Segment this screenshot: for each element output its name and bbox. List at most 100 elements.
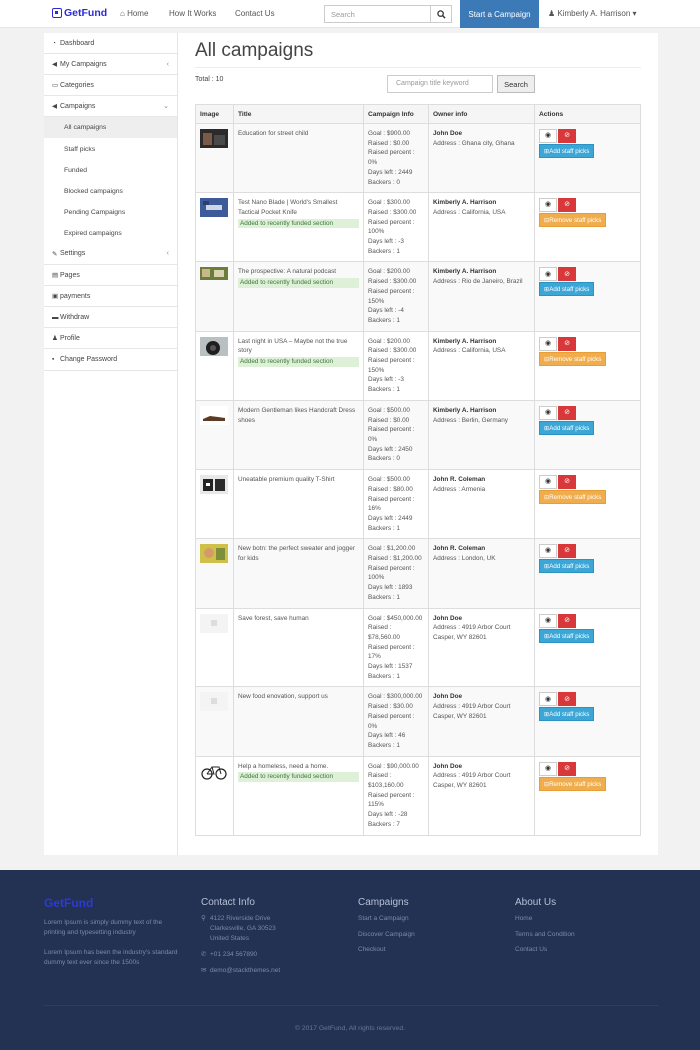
dashboard-icon: ◔ xyxy=(52,39,56,47)
campaign-thumbnail[interactable] xyxy=(200,692,229,712)
sidebar-item-change-password[interactable]: ▪ Change Password xyxy=(44,349,177,371)
campaign-title[interactable]: Uneatable premium quality T-Shirt xyxy=(238,476,335,483)
sidebar-item-profile[interactable]: ♟ Profile xyxy=(44,328,177,350)
footer-link[interactable]: Checkout xyxy=(358,945,488,955)
view-button[interactable]: ◉ xyxy=(539,613,557,628)
block-button[interactable]: ⊘ xyxy=(558,129,576,143)
sidebar-item-label: Withdraw xyxy=(60,313,90,321)
owner-info-cell: John Doe Address : 4919 Arbor Court Caspe… xyxy=(428,755,535,836)
view-button[interactable]: ◉ xyxy=(539,267,557,282)
image-cell xyxy=(195,686,234,757)
block-button[interactable]: ⊘ xyxy=(558,761,576,776)
view-button[interactable]: ◉ xyxy=(539,198,557,213)
block-button[interactable]: ⊘ xyxy=(558,475,576,490)
search-button[interactable] xyxy=(431,5,452,23)
sidebar-item-expired-campaigns[interactable]: Expired campaigns xyxy=(44,223,177,244)
view-button[interactable]: ◉ xyxy=(539,336,557,351)
footer-link[interactable]: Discover Campaign xyxy=(358,930,488,940)
footer-link[interactable]: Contact Us xyxy=(515,945,645,955)
campaign-title[interactable]: Test Nano Blade | World's Smallest Tacti… xyxy=(238,199,337,216)
campaign-title[interactable]: Modern Gentleman likes Handcraft Dress s… xyxy=(238,407,355,424)
footer-link[interactable]: Terms and Condition xyxy=(515,930,645,940)
brand-logo[interactable]: GetFund xyxy=(52,7,107,19)
sidebar-item-payments[interactable]: ▣ payments xyxy=(44,286,177,308)
campaign-title[interactable]: Help a homeless, need a home. xyxy=(238,763,328,770)
days-left: Days left : 1537 xyxy=(368,663,413,671)
campaign-title[interactable]: New food enovation, support us xyxy=(238,693,328,700)
footer-link[interactable]: Home xyxy=(515,914,645,924)
block-button[interactable]: ⊘ xyxy=(558,336,576,351)
add-staff-picks-button[interactable]: ⊞Add staff picks xyxy=(539,559,595,574)
block-button[interactable]: ⊘ xyxy=(558,198,576,213)
add-staff-picks-button[interactable]: ⊞Add staff picks xyxy=(539,628,595,643)
sidebar-item-all-campaigns[interactable]: All campaigns xyxy=(44,117,177,139)
remove-staff-picks-button[interactable]: ⊟Remove staff picks xyxy=(539,351,607,366)
nav-home[interactable]: ⌂ Home xyxy=(120,9,148,18)
add-staff-picks-button[interactable]: ⊞Add staff picks xyxy=(539,282,595,297)
start-campaign-button[interactable]: Start a Campaign xyxy=(460,0,539,28)
campaign-thumbnail[interactable] xyxy=(200,267,229,286)
campaign-title[interactable]: The prospective: A natural podcast xyxy=(238,268,336,275)
block-button[interactable]: ⊘ xyxy=(558,267,576,282)
campaign-thumbnail[interactable] xyxy=(200,544,229,564)
block-button[interactable]: ⊘ xyxy=(558,405,576,420)
sidebar-item-pending-campaigns[interactable]: Pending Campaigns xyxy=(44,202,177,223)
campaign-thumbnail[interactable] xyxy=(200,761,229,781)
campaign-title[interactable]: New botn: the perfect sweater and jogger… xyxy=(238,545,355,562)
campaign-keyword-input[interactable]: Campaign title keyword xyxy=(387,75,493,93)
actions-cell: ◉ ⊘ ⊞Add staff picks xyxy=(534,122,641,194)
sidebar-item-withdraw[interactable]: ▬ Withdraw xyxy=(44,307,177,329)
campaign-thumbnail[interactable] xyxy=(200,613,229,633)
eye-icon: ◉ xyxy=(544,616,552,624)
block-button[interactable]: ⊘ xyxy=(558,692,576,707)
view-button[interactable]: ◉ xyxy=(539,129,557,143)
remove-staff-picks-button[interactable]: ⊟Remove staff picks xyxy=(539,213,607,228)
add-staff-picks-button[interactable]: ⊞Add staff picks xyxy=(539,707,595,722)
campaign-title[interactable]: Education for street child xyxy=(238,130,308,137)
campaign-thumbnail[interactable] xyxy=(200,405,229,425)
campaign-search-button[interactable]: Search xyxy=(497,75,535,93)
view-button[interactable]: ◉ xyxy=(539,405,557,420)
campaign-info-cell: Goal : $200.00 Raised : $300.00 Raised per… xyxy=(363,330,429,401)
remove-staff-picks-button[interactable]: ⊟Remove staff picks xyxy=(539,490,607,505)
add-staff-picks-button[interactable]: ⊞Add staff picks xyxy=(539,144,595,158)
sidebar-item-settings[interactable]: ✎ Settings ‹ xyxy=(44,244,177,266)
footer-email[interactable]: demo@stackthemes.net xyxy=(210,966,280,976)
sidebar-item-campaigns[interactable]: ◀ Campaigns ⌄ xyxy=(44,96,177,118)
search-input[interactable]: Search xyxy=(324,5,431,23)
campaign-thumbnail[interactable] xyxy=(200,129,229,148)
campaign-thumbnail[interactable] xyxy=(200,198,229,218)
actions-cell: ◉ ⊘ ⊟Remove staff picks xyxy=(534,469,641,540)
sidebar-item-funded[interactable]: Funded xyxy=(44,160,177,181)
sidebar-item-staff-picks[interactable]: Staff picks xyxy=(44,138,177,159)
campaign-title[interactable]: Last night in USA – Maybe not the true s… xyxy=(238,338,347,355)
remove-staff-picks-button[interactable]: ⊟Remove staff picks xyxy=(539,776,607,791)
sidebar-item-blocked-campaigns[interactable]: Blocked campaigns xyxy=(44,181,177,202)
raised-percent: Raised percent : 0% xyxy=(368,426,415,443)
campaign-thumbnail[interactable] xyxy=(200,475,229,495)
view-button[interactable]: ◉ xyxy=(539,544,557,559)
add-staff-picks-button[interactable]: ⊞Add staff picks xyxy=(539,420,595,435)
owner-info-cell: Kimberly A. Harrison Address : California… xyxy=(428,330,535,401)
view-button[interactable]: ◉ xyxy=(539,692,557,707)
owner-name: Kimberly A. Harrison xyxy=(433,199,497,207)
sidebar-item-dashboard[interactable]: ◔ Dashboard xyxy=(44,33,177,55)
owner-name: Kimberly A. Harrison xyxy=(433,337,497,345)
view-button[interactable]: ◉ xyxy=(539,761,557,776)
owner-info-cell: John Doe Address : Ghana city, Ghana xyxy=(428,122,535,194)
raised-percent: Raised percent : 16% xyxy=(368,495,415,513)
sidebar-item-my-campaigns[interactable]: ◀ My Campaigns ‹ xyxy=(44,54,177,76)
user-menu[interactable]: ♟ Kimberly A. Harrison ▾ xyxy=(548,9,637,18)
block-button[interactable]: ⊘ xyxy=(558,613,576,628)
sidebar-item-categories[interactable]: ▭ Categories xyxy=(44,75,177,97)
campaign-thumbnail[interactable] xyxy=(200,336,229,356)
block-button[interactable]: ⊘ xyxy=(558,544,576,559)
nav-how-it-works[interactable]: How It Works xyxy=(169,9,216,18)
view-button[interactable]: ◉ xyxy=(539,475,557,490)
footer-link[interactable]: Start a Campaign xyxy=(358,914,488,924)
raised: Raised : $300.00 xyxy=(368,347,417,355)
campaign-title[interactable]: Save forest, save human xyxy=(238,615,309,622)
sidebar-item-pages[interactable]: ▤ Pages xyxy=(44,265,177,287)
nav-contact-us[interactable]: Contact Us xyxy=(235,9,275,18)
footer-logo[interactable]: GetFund xyxy=(44,897,179,909)
